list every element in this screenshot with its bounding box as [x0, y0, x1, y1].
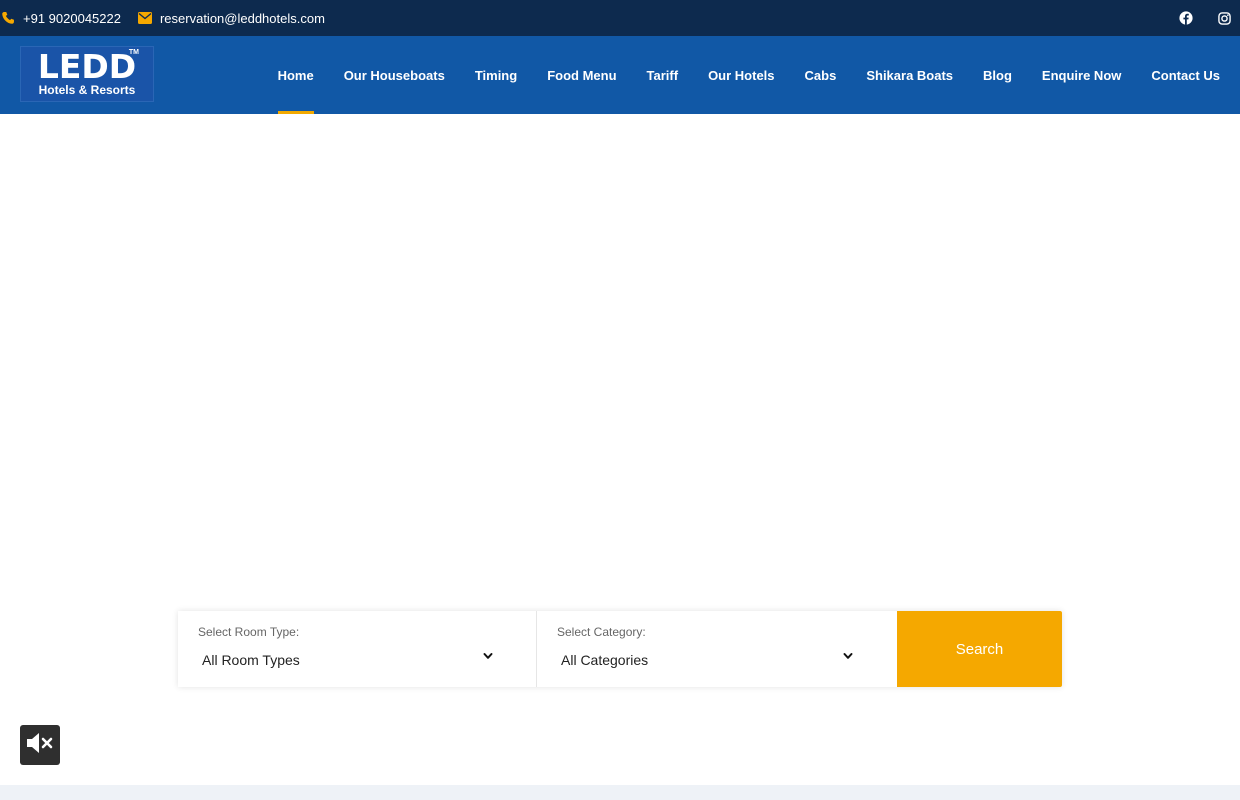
nav-item-timing[interactable]: Timing [475, 36, 517, 114]
nav-item-food-menu[interactable]: Food Menu [547, 36, 616, 114]
category-value: All Categories [561, 652, 649, 668]
chevron-down-icon [482, 649, 494, 661]
email-address: reservation@leddhotels.com [159, 10, 325, 26]
site-logo[interactable]: TM LEDD Hotels & Resorts [20, 46, 154, 102]
logo-brand: LEDD [37, 46, 137, 86]
category-select[interactable]: Select Category: All Categories [537, 611, 896, 687]
email-contact[interactable]: reservation@leddhotels.com [137, 10, 325, 26]
contact-info: +91 9020045222 reservation@leddhotels.co… [0, 10, 325, 26]
video-mute-button[interactable] [20, 725, 60, 765]
top-contact-bar: +91 9020045222 reservation@leddhotels.co… [0, 0, 1240, 36]
search-button[interactable]: Search [897, 611, 1062, 687]
trademark-mark: TM [128, 49, 139, 56]
volume-mute-icon [25, 731, 55, 760]
phone-contact[interactable]: +91 9020045222 [0, 10, 121, 26]
social-links [1178, 0, 1240, 36]
phone-number: +91 9020045222 [23, 10, 121, 26]
envelope-icon [137, 10, 153, 26]
nav-item-enquire-now[interactable]: Enquire Now [1042, 36, 1121, 114]
chevron-down-icon [842, 649, 854, 661]
nav-item-tariff[interactable]: Tariff [647, 36, 679, 114]
room-search-bar: Select Room Type: All Room Types Select … [178, 611, 1062, 687]
primary-menu: Home Our Houseboats Timing Food Menu Tar… [277, 36, 1220, 114]
nav-item-our-houseboats[interactable]: Our Houseboats [344, 36, 445, 114]
instagram-icon[interactable] [1216, 10, 1232, 26]
main-navbar: TM LEDD Hotels & Resorts Home Our Houseb… [0, 36, 1240, 114]
page-bottom-strip [0, 785, 1240, 800]
room-type-label: Select Room Type: [198, 625, 300, 639]
nav-item-home[interactable]: Home [277, 36, 314, 114]
category-label: Select Category: [557, 625, 646, 639]
nav-item-cabs[interactable]: Cabs [805, 36, 837, 114]
phone-icon [0, 10, 16, 26]
nav-item-our-hotels[interactable]: Our Hotels [708, 36, 774, 114]
nav-item-shikara-boats[interactable]: Shikara Boats [866, 36, 953, 114]
facebook-icon[interactable] [1178, 10, 1194, 26]
room-type-select[interactable]: Select Room Type: All Room Types [178, 611, 537, 687]
room-type-value: All Room Types [202, 652, 300, 668]
nav-item-blog[interactable]: Blog [983, 36, 1012, 114]
logo-tagline: Hotels & Resorts [38, 82, 136, 97]
nav-item-contact-us[interactable]: Contact Us [1151, 36, 1220, 114]
